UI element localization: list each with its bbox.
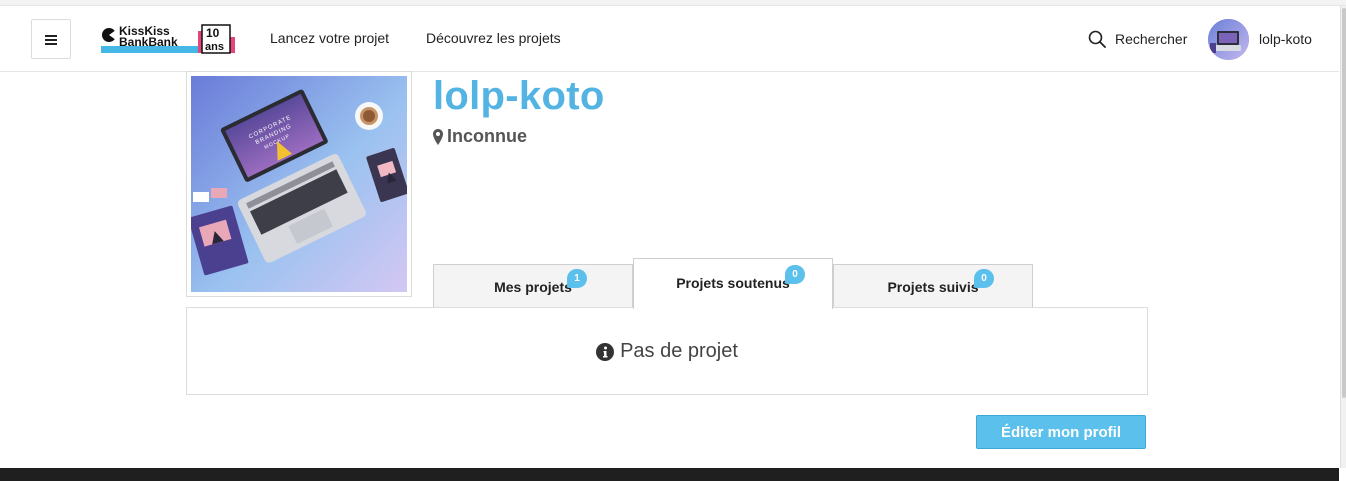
map-pin-icon bbox=[433, 128, 443, 145]
tab-label: Projets soutenus bbox=[676, 275, 790, 291]
count-badge: 0 bbox=[785, 265, 805, 284]
svg-text:ans: ans bbox=[205, 41, 224, 53]
menu-button[interactable] bbox=[31, 19, 71, 59]
user-menu[interactable]: lolp-koto bbox=[1208, 18, 1312, 60]
location-text: Inconnue bbox=[447, 126, 527, 146]
scrollbar[interactable] bbox=[1340, 6, 1346, 468]
empty-message: Pas de projet bbox=[620, 340, 738, 362]
scrollbar-thumb[interactable] bbox=[1342, 8, 1346, 398]
nav-link-decouvrez-projets[interactable]: Découvrez les projets bbox=[426, 30, 561, 46]
avatar bbox=[1208, 18, 1249, 60]
search-icon bbox=[1088, 30, 1106, 48]
search-button[interactable]: Rechercher bbox=[1088, 28, 1187, 50]
tab-label: Mes projets bbox=[494, 279, 572, 295]
search-label: Rechercher bbox=[1115, 31, 1188, 47]
tab-mes-projets[interactable]: Mes projets 1 bbox=[433, 264, 633, 308]
user-name: lolp-koto bbox=[1259, 31, 1312, 47]
tab-projets-suivis[interactable]: Projets suivis 0 bbox=[833, 264, 1033, 308]
count-badge: 0 bbox=[974, 269, 994, 288]
profile-name: lolp-koto bbox=[433, 74, 605, 118]
kisskissbankbank-logo[interactable]: KissKiss BankBank 10 ans bbox=[100, 23, 236, 55]
edit-profile-button[interactable]: Éditer mon profil bbox=[976, 415, 1146, 449]
svg-text:10: 10 bbox=[206, 26, 220, 40]
profile-location: Inconnue bbox=[433, 126, 527, 147]
hamburger-icon bbox=[45, 34, 57, 45]
nav-link-lancez-projet[interactable]: Lancez votre projet bbox=[270, 30, 389, 46]
site-footer bbox=[0, 468, 1339, 481]
projects-panel: Pas de projet bbox=[186, 307, 1148, 395]
tab-projets-soutenus[interactable]: Projets soutenus 0 bbox=[633, 258, 833, 309]
tab-label: Projets suivis bbox=[887, 279, 979, 295]
info-icon bbox=[596, 342, 615, 361]
count-badge: 1 bbox=[567, 269, 587, 288]
empty-state: Pas de projet bbox=[187, 340, 1147, 363]
site-header: KissKiss BankBank 10 ans Lancez votre pr… bbox=[0, 6, 1339, 72]
profile-picture: CORPORATE BRANDING MOCKUP bbox=[186, 71, 412, 297]
svg-text:BankBank: BankBank bbox=[119, 35, 178, 49]
